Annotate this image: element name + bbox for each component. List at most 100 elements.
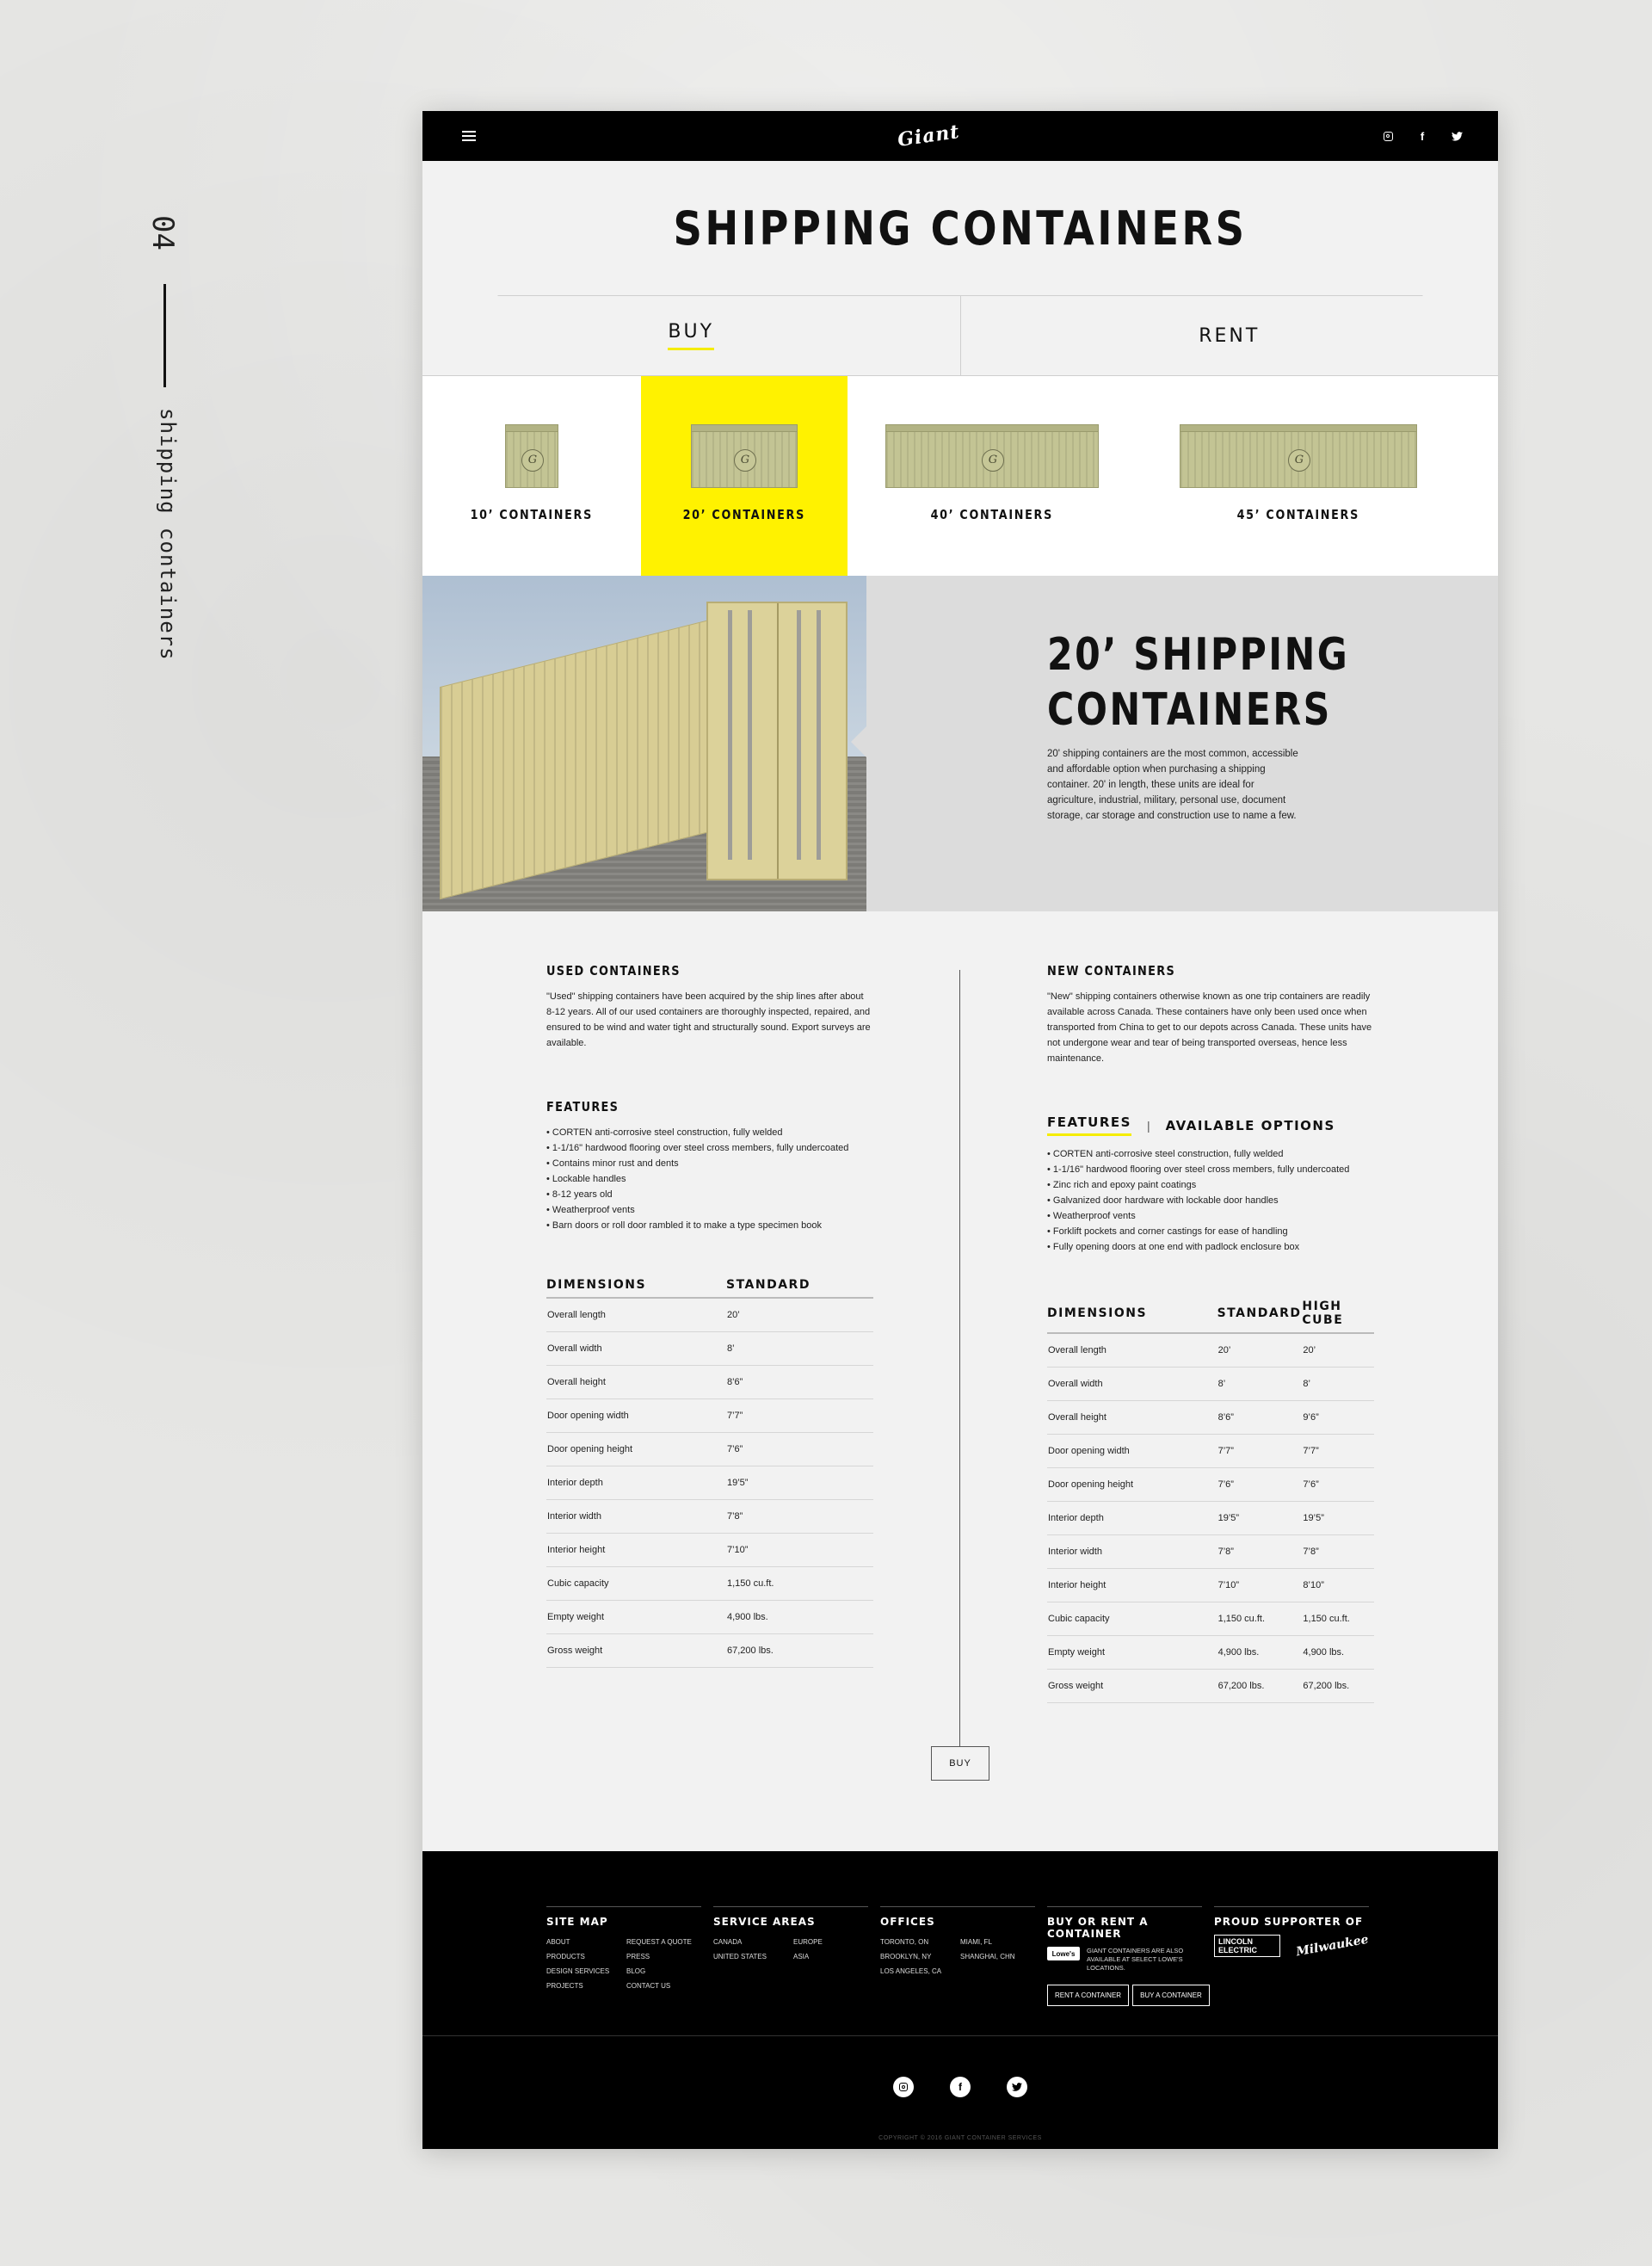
footer-link[interactable]: SHANGHAI, CHN — [960, 1949, 1035, 1964]
giant-logo[interactable]: Giant — [896, 120, 960, 151]
photo-notch — [851, 726, 866, 757]
table-cell: 7’6” — [1217, 1467, 1303, 1502]
side-divider — [163, 284, 166, 387]
table-header: STANDARD — [726, 1278, 873, 1299]
footer-heading: SERVICE AREAS — [713, 1916, 816, 1928]
table-row: Interior depth 19’5” — [546, 1466, 873, 1500]
subtab-separator: | — [1146, 1118, 1150, 1133]
table-cell: 19’5” — [1217, 1501, 1303, 1535]
footer-heading: PROUD SUPPORTER OF — [1214, 1916, 1364, 1928]
table-cell: Empty weight — [1047, 1635, 1217, 1670]
table-cell: Interior depth — [546, 1466, 726, 1500]
facebook-icon[interactable]: f — [1415, 129, 1429, 143]
specs-section: USED CONTAINERS "Used" shipping containe… — [422, 911, 1498, 1836]
table-row: Overall width 8’ 8’ — [1047, 1367, 1374, 1401]
size-40ft[interactable]: G 40’ CONTAINERS — [848, 376, 1137, 576]
footer-link[interactable]: LOS ANGELES, CA — [880, 1964, 955, 1979]
section-number: 04 — [145, 215, 180, 250]
buy-container-button[interactable]: BUY A CONTAINER — [1132, 1985, 1210, 2006]
footer-link[interactable]: PROJECTS — [546, 1979, 621, 1993]
tab-buy[interactable]: BUY — [422, 296, 960, 375]
footer-link[interactable]: ABOUT — [546, 1935, 621, 1949]
table-cell: 4,900 lbs. — [726, 1600, 873, 1634]
lowes-logo[interactable]: Lowe's — [1047, 1947, 1080, 1960]
twitter-icon[interactable] — [1450, 129, 1464, 143]
footer-link[interactable]: CONTACT US — [626, 1979, 701, 1993]
table-cell: Interior depth — [1047, 1501, 1217, 1535]
footer-link[interactable]: PRODUCTS — [546, 1949, 621, 1964]
list-item: Weatherproof vents — [1047, 1208, 1374, 1224]
table-cell: 67,200 lbs. — [1217, 1669, 1303, 1703]
footer: SITE MAP ABOUT REQUEST A QUOTE PRODUCTS PRE… — [422, 1851, 1498, 2149]
footer-link[interactable]: MIAMI, FL — [960, 1935, 1035, 1949]
size-10ft-label: 10’ CONTAINERS — [470, 507, 594, 522]
table-cell: 7’8” — [1302, 1534, 1374, 1569]
feature-title-line1: 20’ SHIPPING — [1047, 629, 1350, 681]
buy-button[interactable]: BUY — [931, 1746, 989, 1781]
facebook-icon[interactable]: f — [950, 2077, 971, 2097]
section-caption: shipping containers — [156, 408, 180, 661]
size-20ft-label: 20’ CONTAINERS — [682, 507, 806, 522]
table-cell: 7’7” — [1217, 1434, 1303, 1468]
footer-link — [960, 1964, 1035, 1979]
new-containers-column: NEW CONTAINERS "New" shipping containers… — [1047, 963, 1374, 1703]
table-cell: Overall length — [546, 1298, 726, 1332]
hamburger-menu-icon[interactable] — [462, 131, 476, 141]
instagram-icon[interactable] — [1381, 129, 1395, 143]
footer-heading: SITE MAP — [546, 1916, 608, 1928]
table-cell: 8’6” — [726, 1365, 873, 1399]
table-row: Cubic capacity 1,150 cu.ft. 1,150 cu.ft. — [1047, 1602, 1374, 1636]
table-cell: 4,900 lbs. — [1217, 1635, 1303, 1670]
lowes-promo: Lowe's GIANT CONTAINERS ARE ALSO AVAILAB… — [1047, 1947, 1202, 1973]
new-description: "New" shipping containers otherwise know… — [1047, 991, 1372, 1064]
table-cell: Interior height — [1047, 1568, 1217, 1602]
footer-link[interactable]: EUROPE — [793, 1935, 868, 1949]
table-cell: Empty weight — [546, 1600, 726, 1634]
footer-link[interactable]: ASIA — [793, 1949, 868, 1964]
list-item: Forklift pockets and corner castings for… — [1047, 1224, 1374, 1239]
buy-rent-tabs: BUY RENT — [422, 296, 1498, 376]
size-45ft[interactable]: G 45’ CONTAINERS — [1137, 376, 1460, 576]
table-row: Overall length 20’ — [546, 1298, 873, 1332]
used-heading: USED CONTAINERS — [546, 963, 681, 979]
table-cell: 7’10” — [726, 1533, 873, 1567]
footer-buy-rent: BUY OR RENT A CONTAINER Lowe's GIANT CON… — [1047, 1906, 1210, 2006]
table-cell: 20’ — [1217, 1333, 1303, 1368]
page-mockup: Giant f SHIPPING CONTAINERS BUY RENT G 1… — [422, 111, 1498, 2149]
table-cell: 1,150 cu.ft. — [1217, 1602, 1303, 1636]
rent-container-button[interactable]: RENT A CONTAINER — [1047, 1985, 1130, 2006]
tab-rent[interactable]: RENT — [959, 296, 1499, 375]
footer-link[interactable]: BLOG — [626, 1964, 701, 1979]
size-10ft[interactable]: G 10’ CONTAINERS — [422, 376, 641, 576]
table-cell: Door opening width — [1047, 1434, 1217, 1468]
tab-features[interactable]: FEATURES — [1047, 1114, 1131, 1136]
milwaukee-logo[interactable]: Milwaukee — [1295, 1933, 1369, 1960]
table-row: Gross weight 67,200 lbs. 67,200 lbs. — [1047, 1669, 1374, 1703]
used-features-heading: FEATURES — [546, 1099, 620, 1114]
table-row: Overall width 8’ — [546, 1331, 873, 1366]
table-cell: 7’8” — [726, 1499, 873, 1534]
footer-link[interactable]: UNITED STATES — [713, 1949, 788, 1964]
table-cell: 7’7” — [726, 1398, 873, 1433]
twitter-icon[interactable] — [1007, 2077, 1027, 2097]
footer-supporter: PROUD SUPPORTER OF LINCOLN ELECTRIC Milw… — [1214, 1906, 1370, 2006]
instagram-icon[interactable] — [893, 2077, 914, 2097]
footer-link[interactable]: DESIGN SERVICES — [546, 1964, 621, 1979]
footer-link[interactable]: BROOKLYN, NY — [880, 1949, 955, 1964]
lincoln-electric-logo[interactable]: LINCOLN ELECTRIC — [1214, 1935, 1281, 1957]
table-row: Empty weight 4,900 lbs. — [546, 1600, 873, 1634]
footer-link[interactable]: REQUEST A QUOTE — [626, 1935, 701, 1949]
footer-link[interactable]: CANADA — [713, 1935, 788, 1949]
table-cell: Gross weight — [546, 1633, 726, 1668]
table-cell: Overall width — [546, 1331, 726, 1366]
container-40ft-icon: G — [885, 424, 1099, 488]
footer-buttons: RENT A CONTAINER BUY A CONTAINER — [1047, 1985, 1210, 2006]
table-row: Interior width 7’8” — [546, 1499, 873, 1534]
table-row: Empty weight 4,900 lbs. 4,900 lbs. — [1047, 1635, 1374, 1670]
tab-available-options[interactable]: AVAILABLE OPTIONS — [1166, 1118, 1335, 1133]
container-10ft-icon: G — [505, 424, 558, 488]
list-item: Galvanized door hardware with lockable d… — [1047, 1193, 1374, 1208]
footer-link[interactable]: PRESS — [626, 1949, 701, 1964]
size-20ft[interactable]: G 20’ CONTAINERS — [641, 376, 848, 576]
footer-link[interactable]: TORONTO, ON — [880, 1935, 955, 1949]
